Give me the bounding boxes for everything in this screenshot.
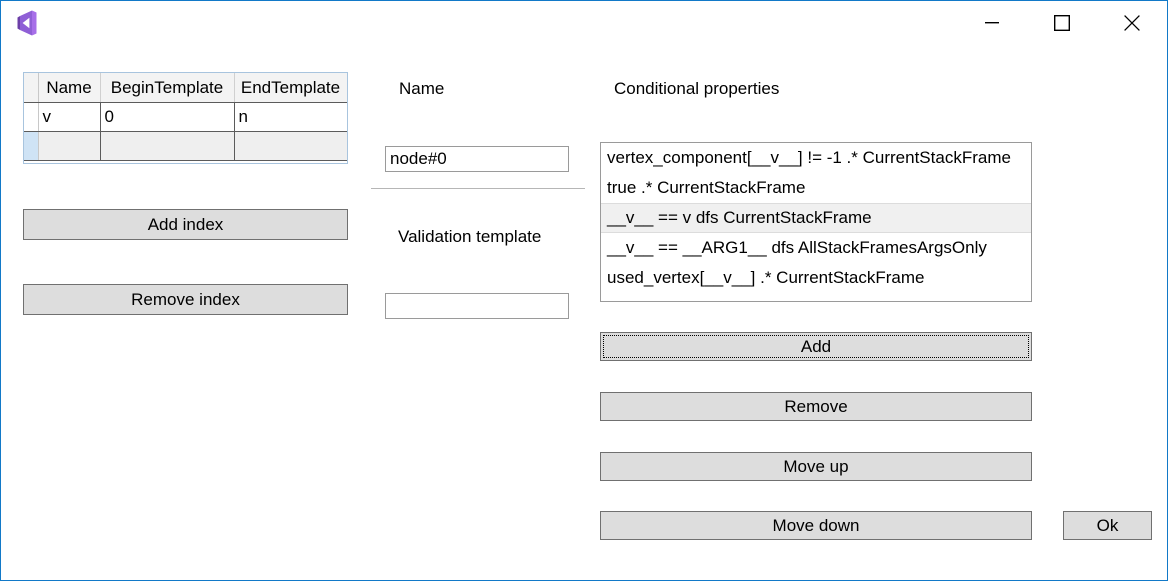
title-bar [1,1,1167,45]
table-header-row: Name BeginTemplate EndTemplate [24,73,347,103]
cell-name[interactable]: v [38,102,101,132]
move-up-button[interactable]: Move up [600,452,1032,481]
row-selector-cell[interactable] [24,102,39,132]
validation-template-label: Validation template [398,227,542,246]
index-table-inner: Name BeginTemplate EndTemplate v 0 n [24,73,347,161]
row-selector-cell-new[interactable] [24,131,39,161]
visual-studio-logo-icon [13,9,41,37]
add-condition-label: Add [800,337,832,356]
remove-index-button[interactable]: Remove index [23,284,348,315]
column-header-name[interactable]: Name [38,73,101,103]
maximize-icon [1054,15,1070,31]
cell-begin-template[interactable]: 0 [100,102,235,132]
move-down-button[interactable]: Move down [600,511,1032,540]
name-label: Name [399,79,445,98]
table-row[interactable]: v 0 n [24,102,347,132]
minimize-icon [985,22,999,24]
column-header-end-template[interactable]: EndTemplate [234,73,347,103]
cell-name-new[interactable] [38,131,101,161]
add-index-button[interactable]: Add index [23,209,348,240]
add-condition-button[interactable]: Add [600,332,1032,361]
conditional-properties-label: Conditional properties [614,79,780,98]
minimize-button[interactable] [957,1,1027,45]
close-icon [1124,15,1140,31]
list-item[interactable]: used_vertex[__v__] .* CurrentStackFrame [601,263,1031,293]
validation-template-input[interactable] [385,293,569,319]
column-header-begin-template[interactable]: BeginTemplate [100,73,235,103]
list-item[interactable]: vertex_component[__v__] != -1 .* Current… [601,143,1031,173]
conditional-properties-list[interactable]: vertex_component[__v__] != -1 .* Current… [600,142,1032,302]
list-item-selected[interactable]: __v__ == v dfs CurrentStackFrame [601,203,1031,233]
ok-button[interactable]: Ok [1063,511,1152,540]
list-item[interactable]: true .* CurrentStackFrame [601,173,1031,203]
cell-end-template[interactable]: n [234,102,347,132]
maximize-button[interactable] [1027,1,1097,45]
name-input[interactable] [385,146,569,172]
section-divider [371,188,585,189]
row-selector-header[interactable] [24,73,39,103]
index-table[interactable]: Name BeginTemplate EndTemplate v 0 n [23,72,348,164]
cell-end-template-new[interactable] [234,131,347,161]
cell-begin-template-new[interactable] [100,131,235,161]
remove-condition-button[interactable]: Remove [600,392,1032,421]
list-item[interactable]: __v__ == __ARG1__ dfs AllStackFramesArgs… [601,233,1031,263]
dialog-window: Name BeginTemplate EndTemplate v 0 n Add… [0,0,1168,581]
table-row-new[interactable] [24,131,347,161]
close-button[interactable] [1097,1,1167,45]
